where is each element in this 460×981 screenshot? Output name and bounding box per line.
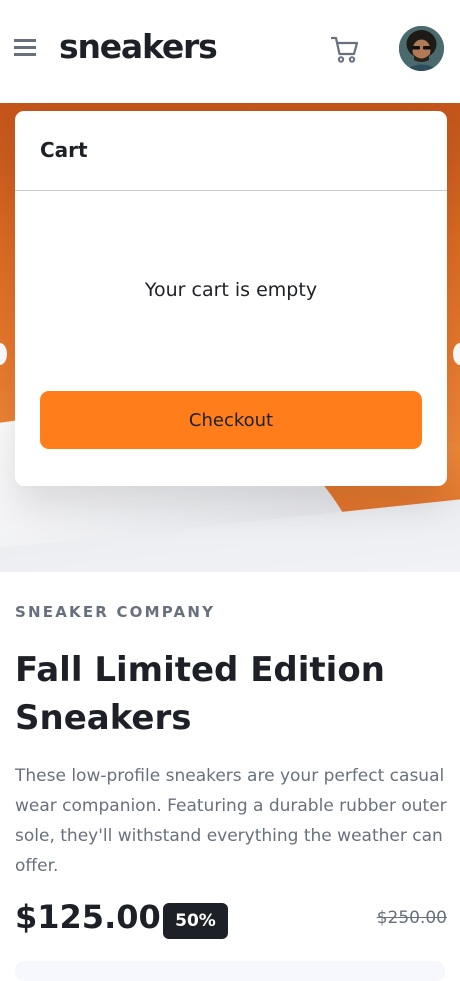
- cart-title: Cart: [40, 138, 88, 162]
- cart-icon[interactable]: [330, 35, 362, 63]
- current-price: $125.00: [15, 898, 161, 936]
- checkout-button[interactable]: Checkout: [40, 391, 422, 449]
- cart-divider: [15, 190, 447, 191]
- quantity-stepper[interactable]: [15, 961, 445, 981]
- company-name: SNEAKER COMPANY: [15, 603, 216, 621]
- user-avatar[interactable]: [399, 26, 444, 71]
- cart-empty-message: Your cart is empty: [144, 279, 318, 301]
- product-title: Fall Limited Edition Sneakers: [15, 650, 385, 738]
- logo[interactable]: sneakers: [59, 27, 218, 66]
- discount-badge: 50%: [163, 903, 228, 939]
- product-description: These low-profile sneakers are your perf…: [15, 766, 447, 876]
- site-header: sneakers: [0, 0, 460, 103]
- prev-arrow-button[interactable]: [0, 343, 7, 365]
- original-price: $250.00: [376, 908, 447, 928]
- cart-dropdown: Cart Your cart is empty Checkout: [15, 111, 447, 486]
- next-arrow-button[interactable]: [453, 343, 460, 365]
- hamburger-menu-icon[interactable]: [14, 39, 36, 57]
